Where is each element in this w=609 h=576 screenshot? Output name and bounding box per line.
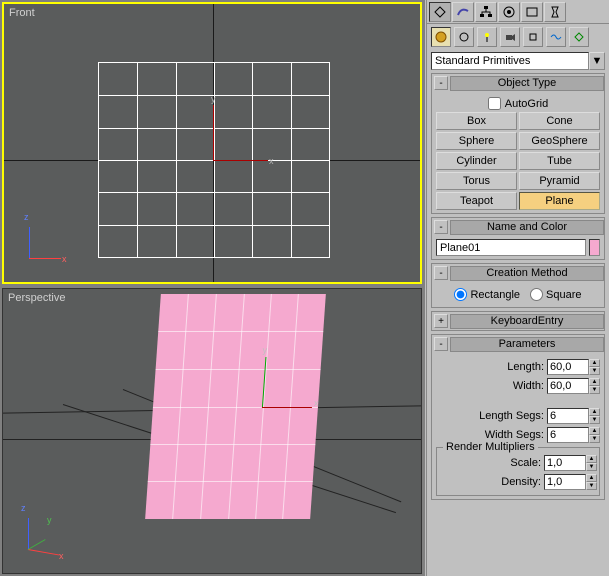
motion-tab-icon[interactable] [498,2,520,22]
perspective-content: x y z x y [3,289,421,573]
spinner-down-icon[interactable]: ▼ [586,482,597,490]
plane-button[interactable]: Plane [519,192,600,210]
render-multipliers-group: Render Multipliers Scale:▲▼ Density:▲▼ [436,447,600,496]
object-color-swatch[interactable] [589,239,600,256]
rollout-collapse-button[interactable]: - [434,266,448,280]
command-panel-tabs [427,0,609,24]
modify-tab-icon[interactable] [452,2,474,22]
rollout-collapse-button[interactable]: - [434,220,448,234]
autogrid-checkbox[interactable] [488,97,501,110]
geometry-subtab-icon[interactable] [431,27,451,47]
width-segs-spinner[interactable]: ▲▼ [547,427,600,443]
viewport-label-front: Front [9,7,35,19]
object-type-rollout: - Object Type AutoGrid BoxConeSphereGeoS… [431,73,605,214]
viewport-area: Front x y z x Perspective [0,0,425,576]
rollout-collapse-button[interactable]: - [434,76,448,90]
spinner-up-icon[interactable]: ▲ [586,455,597,463]
lights-subtab-icon[interactable] [477,27,497,47]
viewport-front[interactable]: Front x y z x [2,2,422,284]
keyboard-entry-title: KeyboardEntry [450,314,604,329]
geosphere-button[interactable]: GeoSphere [519,132,600,150]
axis-tripod-perspective: z x y [23,505,73,555]
object-name-input[interactable] [436,239,586,256]
spinner-down-icon[interactable]: ▼ [589,386,600,394]
spinner-up-icon[interactable]: ▲ [589,408,600,416]
front-content: x y z x [4,4,420,282]
spinner-down-icon[interactable]: ▼ [586,463,597,471]
shapes-subtab-icon[interactable] [454,27,474,47]
spinner-up-icon[interactable]: ▲ [589,427,600,435]
hierarchy-tab-icon[interactable] [475,2,497,22]
rectangle-radio[interactable]: Rectangle [454,288,520,301]
cylinder-button[interactable]: Cylinder [436,152,517,170]
spacewarps-subtab-icon[interactable] [546,27,566,47]
display-tab-icon[interactable] [521,2,543,22]
width-spinner[interactable]: ▲▼ [547,378,600,394]
cone-button[interactable]: Cone [519,112,600,130]
parameters-rollout: - Parameters Length:▲▼ Width:▲▼ Length S… [431,334,605,500]
tube-button[interactable]: Tube [519,152,600,170]
command-panel: ▼ - Object Type AutoGrid BoxConeSphereGe… [426,0,609,576]
spinner-down-icon[interactable]: ▼ [589,367,600,375]
length-spinner[interactable]: ▲▼ [547,359,600,375]
primitive-buttons: BoxConeSphereGeoSphereCylinderTubeTorusP… [436,112,600,210]
category-dropdown-value[interactable] [431,52,589,70]
teapot-button[interactable]: Teapot [436,192,517,210]
rollout-collapse-button[interactable]: - [434,337,448,351]
density-spinner[interactable]: ▲▼ [544,474,597,490]
spinner-down-icon[interactable]: ▼ [589,416,600,424]
axis-tripod-front: z x [24,214,74,264]
cameras-subtab-icon[interactable] [500,27,520,47]
creation-method-title: Creation Method [450,266,604,281]
length-segs-spinner[interactable]: ▲▼ [547,408,600,424]
viewport-label-perspective: Perspective [8,292,65,304]
density-label: Density: [501,476,541,488]
torus-button[interactable]: Torus [436,172,517,190]
plane-shaded-perspective[interactable]: x y [145,294,326,519]
autogrid-label: AutoGrid [505,98,548,110]
render-multipliers-label: Render Multipliers [443,441,538,453]
square-radio[interactable]: Square [530,288,581,301]
name-color-title: Name and Color [450,220,604,235]
scale-spinner[interactable]: ▲▼ [544,455,597,471]
spinner-up-icon[interactable]: ▲ [589,378,600,386]
create-tab-icon[interactable] [429,2,451,22]
create-subtabs [427,24,609,50]
name-color-rollout: - Name and Color [431,217,605,260]
object-type-title: Object Type [450,76,604,91]
spinner-up-icon[interactable]: ▲ [589,359,600,367]
width-segs-label: Width Segs: [485,429,544,441]
pyramid-button[interactable]: Pyramid [519,172,600,190]
length-segs-label: Length Segs: [479,410,544,422]
utilities-tab-icon[interactable] [544,2,566,22]
width-label: Width: [513,380,544,392]
systems-subtab-icon[interactable] [569,27,589,47]
dropdown-arrow-icon[interactable]: ▼ [589,52,605,70]
box-button[interactable]: Box [436,112,517,130]
creation-method-rollout: - Creation Method Rectangle Square [431,263,605,308]
helpers-subtab-icon[interactable] [523,27,543,47]
scale-label: Scale: [510,457,541,469]
parameters-title: Parameters [450,337,604,352]
viewport-perspective[interactable]: Perspective x y z x y [2,288,422,574]
category-dropdown[interactable]: ▼ [431,52,605,70]
keyboard-entry-rollout: + KeyboardEntry [431,311,605,331]
spinner-up-icon[interactable]: ▲ [586,474,597,482]
spinner-down-icon[interactable]: ▼ [589,435,600,443]
rollout-expand-button[interactable]: + [434,314,448,328]
length-label: Length: [507,361,544,373]
sphere-button[interactable]: Sphere [436,132,517,150]
